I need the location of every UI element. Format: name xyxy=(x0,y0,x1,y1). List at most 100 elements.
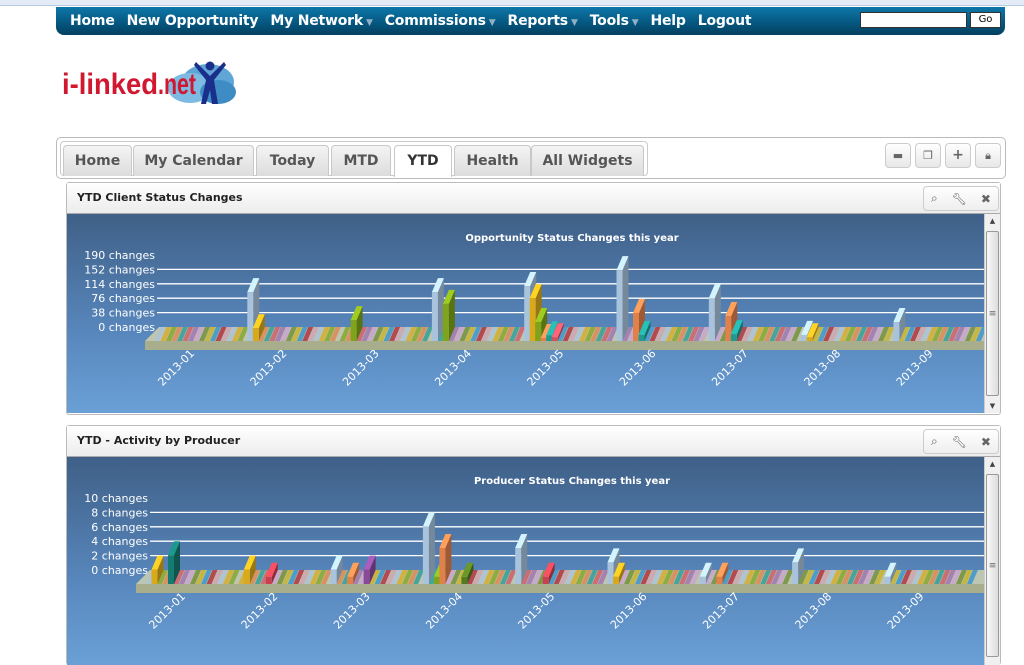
y-tick-label: 0 changes xyxy=(98,321,155,334)
widget-title: YTD Client Status Changes xyxy=(77,191,243,204)
nav-label: New Opportunity xyxy=(126,13,259,29)
bar-front xyxy=(613,576,619,584)
dashboard-tabbar: Home My Calendar Today MTD YTD Health All Widg… xyxy=(56,137,1006,179)
tab-today[interactable]: Today xyxy=(256,145,329,176)
x-tick-label: 2013-04 xyxy=(432,347,474,389)
nav-tools[interactable]: Tools ▼ xyxy=(590,13,639,29)
bar-front xyxy=(350,320,357,341)
scrollbar[interactable]: ▲ ≡ xyxy=(984,457,1000,665)
wrench-icon[interactable]: 🔧︎ xyxy=(952,435,967,449)
chart-producer-status: Producer Status Changes this year 0 chang… xyxy=(84,476,985,632)
nav-logout[interactable]: Logout xyxy=(698,13,752,29)
bar-front xyxy=(792,562,799,584)
bar-front xyxy=(439,548,446,584)
nav-home[interactable]: Home xyxy=(70,13,115,29)
bar-front xyxy=(542,576,549,584)
chart-title: Producer Status Changes this year xyxy=(474,476,670,487)
x-tick-label: 2013-03 xyxy=(331,590,373,632)
x-tick-label: 2013-09 xyxy=(894,347,936,389)
scroll-thumb[interactable]: ≡ xyxy=(986,231,999,396)
caret-down-icon: ▼ xyxy=(570,18,578,28)
tab-my-calendar[interactable]: My Calendar xyxy=(133,145,254,176)
scroll-down-arrow[interactable]: ▼ xyxy=(985,399,1000,413)
nav-label: My Network xyxy=(270,13,363,29)
tab-mtd[interactable]: MTD xyxy=(331,145,391,176)
open-folder-icon[interactable]: ▬ xyxy=(885,143,911,168)
close-icon[interactable]: ✖ xyxy=(981,192,991,206)
tab-home[interactable]: Home xyxy=(63,145,132,176)
scroll-up-arrow[interactable]: ▲ xyxy=(985,457,1000,471)
bar-front xyxy=(524,286,531,341)
bar-front xyxy=(801,334,808,341)
tab-ytd[interactable]: YTD xyxy=(394,145,452,177)
y-tick-label: 8 changes xyxy=(91,506,148,519)
x-tick-label: 2013-06 xyxy=(608,590,650,632)
logo-text-red: i-linked xyxy=(62,68,158,101)
x-tick-label: 2013-05 xyxy=(525,347,567,389)
logo-text-blue: .net xyxy=(158,68,196,101)
x-tick-label: 2013-07 xyxy=(709,347,751,389)
lock-icon[interactable]: 🔒︎ xyxy=(975,143,1001,168)
bar xyxy=(616,256,629,341)
bar-front xyxy=(363,569,370,584)
bar-front xyxy=(433,576,440,584)
bar-front xyxy=(243,569,250,584)
copy-icon[interactable]: ❐ xyxy=(915,143,941,168)
scroll-up-arrow[interactable]: ▲ xyxy=(985,214,1000,228)
zoom-icon[interactable]: ⌕ xyxy=(931,434,938,449)
chart-area: Opportunity Status Changes this year 0 ch… xyxy=(67,214,1000,413)
bar-front xyxy=(616,270,623,341)
y-tick-label: 6 changes xyxy=(91,521,148,534)
y-tick-label: 114 changes xyxy=(84,278,155,291)
bar-front xyxy=(347,576,354,584)
bar-front xyxy=(551,337,558,341)
bar-front xyxy=(252,328,259,341)
bar-front xyxy=(638,334,645,341)
y-tick-label: 152 changes xyxy=(84,263,155,276)
nav-label: Reports xyxy=(507,13,569,29)
bar-front xyxy=(431,292,438,341)
nav-help[interactable]: Help xyxy=(650,13,685,29)
nav-commissions[interactable]: Commissions ▼ xyxy=(385,13,496,29)
x-tick-label: 2013-09 xyxy=(885,590,927,632)
zoom-icon[interactable]: ⌕ xyxy=(931,191,938,206)
bar-front xyxy=(884,576,891,584)
x-tick-label: 2013-04 xyxy=(423,590,465,632)
x-tick-label: 2013-06 xyxy=(617,347,659,389)
bar-front xyxy=(546,335,553,341)
bar-front xyxy=(529,298,536,341)
bar-side xyxy=(622,256,629,341)
plus-icon[interactable]: + xyxy=(945,143,971,168)
x-tick-label: 2013-03 xyxy=(340,347,382,389)
nav-label: Tools xyxy=(589,13,629,29)
nav-new-opportunity[interactable]: New Opportunity xyxy=(127,13,259,29)
close-icon[interactable]: ✖ xyxy=(981,435,991,449)
wrench-icon[interactable]: 🔧︎ xyxy=(952,192,967,206)
nav-label: Home xyxy=(70,13,115,29)
bar-front xyxy=(725,315,732,341)
nav-reports[interactable]: Reports ▼ xyxy=(508,13,578,29)
y-tick-label: 0 changes xyxy=(91,564,148,577)
x-tick-label: 2013-08 xyxy=(793,590,835,632)
scrollbar[interactable]: ▲ ≡ ▼ xyxy=(984,214,1000,413)
search-input[interactable] xyxy=(860,12,967,28)
bar-front xyxy=(265,576,272,584)
bar-front xyxy=(806,337,813,341)
logo[interactable]: i-linked .net xyxy=(60,58,236,108)
nav-my-network[interactable]: My Network ▼ xyxy=(270,13,373,29)
y-tick-label: 76 changes xyxy=(91,292,155,305)
widget-tools: ⌕ 🔧︎ ✖ xyxy=(923,186,999,211)
caret-down-icon: ▼ xyxy=(631,18,639,28)
main-nav: Home New Opportunity My Network ▼ Commission… xyxy=(56,7,1005,35)
tab-health[interactable]: Health xyxy=(454,145,531,176)
bar-front xyxy=(607,562,614,584)
scroll-thumb[interactable]: ≡ xyxy=(986,474,999,657)
browser-top-band xyxy=(0,0,1024,6)
tab-all-widgets[interactable]: All Widgets xyxy=(531,145,644,176)
widget-title: YTD - Activity by Producer xyxy=(77,434,241,447)
widget-header: YTD Client Status Changes ⌕ 🔧︎ ✖ xyxy=(67,183,1000,214)
bar-front xyxy=(535,322,542,341)
go-button[interactable]: Go xyxy=(970,12,1001,28)
y-tick-label: 190 changes xyxy=(84,249,155,262)
caret-down-icon: ▼ xyxy=(488,18,496,28)
